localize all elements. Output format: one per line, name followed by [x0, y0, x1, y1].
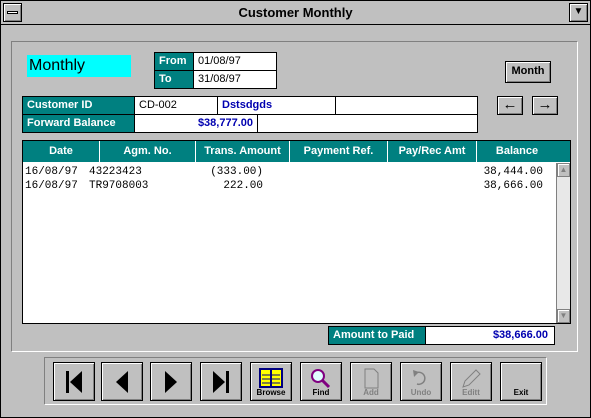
browse-icon [259, 368, 283, 388]
column-header-filler [557, 141, 570, 162]
cell-balance: 38,666.00 [483, 180, 543, 192]
exit-label: Exit [513, 388, 529, 397]
add-button[interactable]: Add [350, 362, 392, 401]
first-record-icon [66, 371, 82, 393]
customer-id-field[interactable]: CD-002 [134, 96, 218, 115]
first-record-button[interactable] [53, 362, 95, 401]
scroll-down-button[interactable]: ▼ [557, 309, 570, 323]
new-document-icon [364, 368, 379, 389]
prev-customer-button[interactable]: ← [497, 96, 523, 115]
scroll-up-button[interactable]: ▲ [557, 163, 570, 177]
mode-label: Monthly [27, 55, 131, 77]
customer-extra-field [335, 96, 478, 115]
customer-id-label: Customer ID [22, 96, 135, 115]
column-header-date[interactable]: Date [23, 141, 100, 162]
transactions-grid[interactable]: Date Agm. No. Trans. Amount Payment Ref.… [22, 140, 571, 324]
column-header-payment-ref[interactable]: Payment Ref. [290, 141, 388, 162]
edit-label: Editt [462, 388, 480, 397]
forward-balance-label: Forward Balance [22, 114, 135, 133]
title-bar: Customer Monthly ▼ [1, 1, 590, 25]
forward-balance-extra [257, 114, 478, 133]
to-label: To [154, 70, 194, 89]
find-button[interactable]: Find [300, 362, 342, 401]
amount-to-paid-field: $38,666.00 [425, 326, 555, 345]
previous-record-icon [116, 371, 128, 393]
cell-date: 16/08/97 [25, 180, 78, 192]
undo-label: Undo [410, 388, 432, 397]
pencil-icon [462, 369, 481, 388]
system-menu-icon [7, 11, 18, 14]
customer-monthly-window: Customer Monthly ▼ Monthly From 01/08/97… [0, 0, 591, 418]
from-field[interactable]: 01/08/97 [193, 52, 277, 71]
next-record-icon [165, 371, 177, 393]
system-menu-button[interactable] [3, 3, 22, 22]
table-row[interactable]: 16/08/97 43223423 (333.00) 38,444.00 [23, 165, 557, 179]
exit-button[interactable]: Exit [500, 362, 542, 401]
column-header-trans-amount[interactable]: Trans. Amount [196, 141, 290, 162]
next-record-button[interactable] [150, 362, 192, 401]
customer-name-field: Dstsdgds [217, 96, 336, 115]
forward-balance-field: $38,777.00 [134, 114, 258, 133]
previous-record-button[interactable] [101, 362, 143, 401]
last-record-button[interactable] [200, 362, 242, 401]
undo-icon [413, 370, 426, 386]
cell-agm-no: TR9708003 [89, 180, 149, 192]
table-row[interactable]: 16/08/97 TR9708003 222.00 38,666.00 [23, 179, 557, 193]
cell-agm-no: 43223423 [89, 166, 142, 178]
cell-date: 16/08/97 [25, 166, 78, 178]
column-header-agm-no[interactable]: Agm. No. [100, 141, 196, 162]
cell-trans-amount: 222.00 [223, 180, 263, 192]
amount-to-paid-label: Amount to Paid [328, 326, 426, 345]
last-record-icon [213, 371, 229, 393]
cell-balance: 38,444.00 [483, 166, 543, 178]
next-customer-button[interactable]: → [532, 96, 558, 115]
browse-label: Browse [256, 388, 286, 397]
window-title: Customer Monthly [238, 5, 353, 20]
cell-trans-amount: (333.00) [210, 166, 263, 178]
undo-button[interactable]: Undo [400, 362, 442, 401]
to-field[interactable]: 31/08/97 [193, 70, 277, 89]
column-header-pay-rec-amt[interactable]: Pay/Rec Amt [388, 141, 477, 162]
edit-button[interactable]: Editt [450, 362, 492, 401]
arrow-left-icon: ← [502, 96, 518, 113]
magnifier-icon [311, 369, 331, 389]
arrow-right-icon: → [537, 96, 553, 113]
vertical-scrollbar[interactable]: ▲ ▼ [556, 163, 570, 323]
maximize-button[interactable]: ▼ [569, 3, 588, 22]
browse-button[interactable]: Browse [250, 362, 292, 401]
month-button[interactable]: Month [505, 61, 551, 83]
find-label: Find [312, 388, 330, 397]
from-label: From [154, 52, 194, 71]
add-label: Add [363, 388, 379, 397]
column-header-balance[interactable]: Balance [477, 141, 557, 162]
